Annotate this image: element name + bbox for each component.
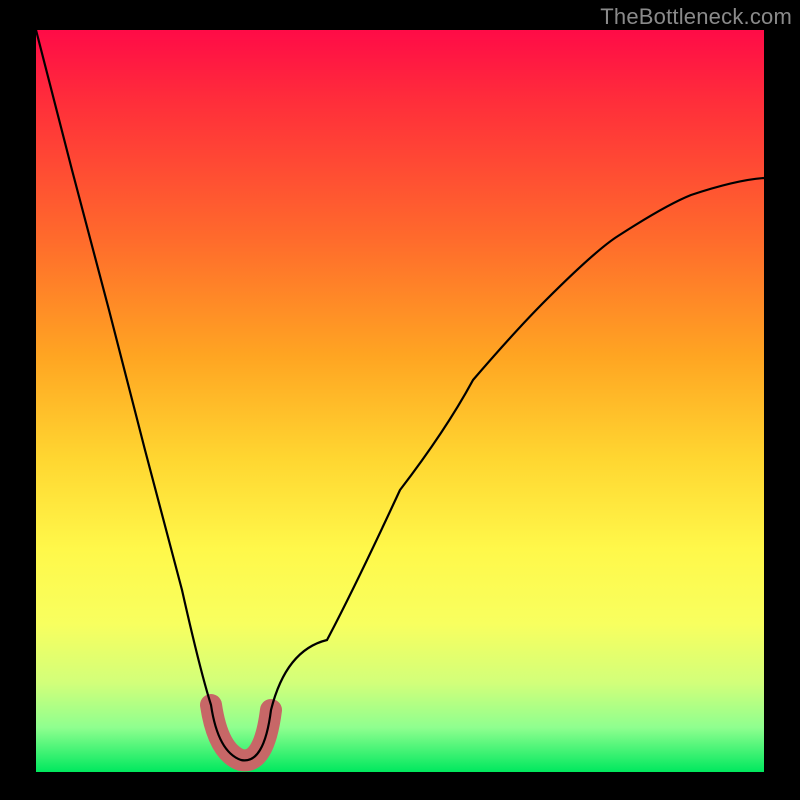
watermark-text: TheBottleneck.com xyxy=(600,4,792,30)
bottleneck-curve-svg xyxy=(36,30,764,772)
optimal-range-highlight xyxy=(211,705,271,760)
bottleneck-curve xyxy=(36,30,764,760)
chart-plot-area xyxy=(36,30,764,772)
